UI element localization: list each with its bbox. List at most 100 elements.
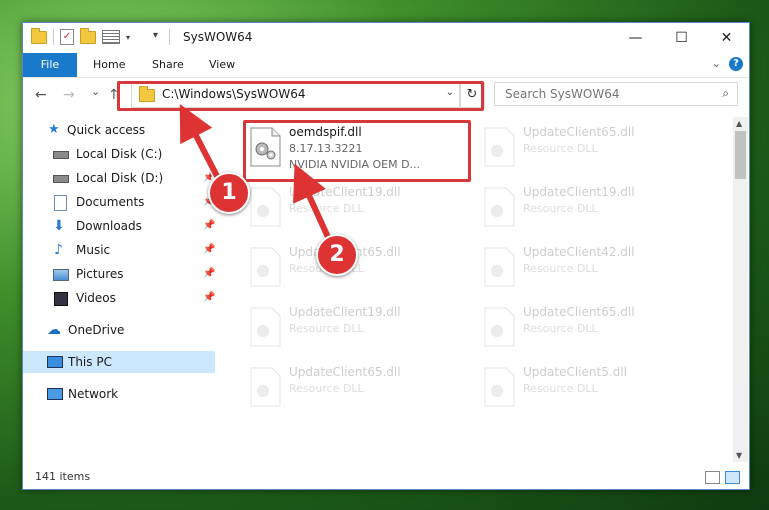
- pin-icon[interactable]: 📌: [203, 287, 215, 309]
- tab-share[interactable]: Share: [140, 53, 196, 77]
- pictures-icon: [53, 269, 69, 281]
- file-highlight-box: [243, 120, 471, 182]
- cloud-icon: ☁: [47, 322, 61, 338]
- sidebar-item-label: Local Disk (D:): [76, 171, 164, 185]
- sidebar-item-label: Documents: [76, 195, 145, 209]
- pin-icon[interactable]: 📌: [203, 239, 215, 261]
- file-name: UpdateClient65.dll: [289, 365, 401, 379]
- file-name: UpdateClient19.dll: [523, 185, 635, 199]
- file-tile[interactable]: UpdateClient19.dll Resource DLL: [241, 301, 466, 355]
- sidebar-item-local-disk-c[interactable]: Local Disk (C:): [23, 143, 215, 165]
- dll-file-icon: [484, 127, 515, 167]
- help-icon[interactable]: ?: [729, 57, 743, 71]
- file-type: Resource DLL: [523, 202, 598, 215]
- tab-view[interactable]: View: [197, 53, 247, 77]
- back-button[interactable]: ←: [35, 87, 47, 103]
- file-type: Resource DLL: [523, 142, 598, 155]
- file-type: Resource DLL: [523, 322, 598, 335]
- file-tile[interactable]: UpdateClient5.dll Resource DLL: [475, 361, 700, 415]
- sidebar-item-label: Music: [76, 243, 111, 257]
- file-tile[interactable]: UpdateClient65.dll Resource DLL: [475, 121, 700, 175]
- expand-ribbon-icon[interactable]: ⌄: [712, 57, 721, 70]
- sidebar-item-label: This PC: [68, 355, 112, 369]
- dll-file-icon: [250, 247, 281, 287]
- file-name: UpdateClient42.dll: [523, 245, 635, 259]
- sidebar-item-label: Local Disk (C:): [76, 147, 163, 161]
- minimize-button[interactable]: —: [613, 23, 658, 53]
- file-tile[interactable]: UpdateClient19.dll Resource DLL: [241, 181, 466, 235]
- star-icon: ★: [48, 122, 60, 137]
- dll-file-icon: [484, 247, 515, 287]
- scrollbar-thumb[interactable]: [735, 131, 746, 179]
- vertical-scrollbar[interactable]: ▲ ▼: [733, 117, 748, 462]
- chevron-down-icon[interactable]: ▾: [126, 33, 130, 42]
- search-box[interactable]: ⌕: [494, 82, 738, 106]
- separator: [53, 29, 54, 45]
- pin-icon[interactable]: 📌: [203, 215, 215, 237]
- dll-file-icon: [250, 187, 281, 227]
- downloads-icon: ⬇: [53, 218, 65, 234]
- sidebar-item-downloads[interactable]: ⬇ Downloads 📌: [23, 215, 215, 237]
- sidebar-item-videos[interactable]: Videos 📌: [23, 287, 215, 309]
- videos-icon: [54, 292, 68, 306]
- explorer-window: ✓ ▾ ▾ SysWOW64 — ☐ ✕ File Home Share Vie…: [22, 22, 750, 490]
- callout-1: 1: [208, 172, 250, 214]
- sidebar-item-music[interactable]: ♪ Music 📌: [23, 239, 215, 261]
- customize-toolbar-icon[interactable]: [102, 30, 120, 44]
- dll-file-icon: [250, 307, 281, 347]
- sidebar-item-onedrive[interactable]: ☁ OneDrive: [23, 319, 215, 341]
- search-input[interactable]: [503, 83, 707, 105]
- title-bar: ✓ ▾ ▾ SysWOW64 — ☐ ✕: [23, 23, 749, 53]
- qat-arrow-icon[interactable]: ▾: [153, 30, 158, 41]
- window-title: SysWOW64: [183, 30, 253, 44]
- sidebar-item-this-pc[interactable]: This PC: [23, 351, 215, 373]
- pin-icon[interactable]: 📌: [203, 263, 215, 285]
- maximize-button[interactable]: ☐: [659, 23, 704, 53]
- file-tile[interactable]: UpdateClient42.dll Resource DLL: [475, 241, 700, 295]
- sidebar-item-label: Downloads: [76, 219, 142, 233]
- dll-file-icon: [484, 367, 515, 407]
- details-view-icon[interactable]: [705, 471, 720, 484]
- drive-icon: [53, 151, 69, 159]
- dll-file-icon: [250, 367, 281, 407]
- sidebar-item-label: Network: [68, 387, 119, 401]
- tiles-view-icon[interactable]: [725, 471, 740, 484]
- sidebar-item-label: Pictures: [76, 267, 124, 281]
- documents-icon: [54, 195, 67, 211]
- dll-file-icon: [484, 187, 515, 227]
- sidebar-item-quick-access[interactable]: ★ Quick access: [23, 119, 215, 141]
- file-name: UpdateClient19.dll: [289, 305, 401, 319]
- file-tile[interactable]: UpdateClient65.dll Resource DLL: [241, 361, 466, 415]
- scroll-up-icon[interactable]: ▲: [736, 119, 742, 128]
- address-highlight-box: [117, 81, 484, 111]
- file-name: UpdateClient5.dll: [523, 365, 627, 379]
- drive-icon: [53, 175, 69, 183]
- file-tile[interactable]: UpdateClient19.dll Resource DLL: [475, 181, 700, 235]
- recent-locations-button[interactable]: ⌄: [91, 85, 100, 98]
- tab-file[interactable]: File: [23, 53, 77, 77]
- scroll-down-icon[interactable]: ▼: [736, 451, 742, 460]
- file-type: Resource DLL: [523, 262, 598, 275]
- file-list: oemdspif.dll 8.17.13.3221 NVIDIA NVIDIA …: [223, 117, 733, 461]
- sidebar-item-network[interactable]: Network: [23, 383, 215, 405]
- search-icon[interactable]: ⌕: [722, 86, 729, 101]
- close-button[interactable]: ✕: [704, 23, 749, 53]
- navigation-pane: ★ Quick access Local Disk (C:) Local Dis…: [23, 119, 215, 459]
- tab-home[interactable]: Home: [81, 53, 137, 77]
- title-separator: [169, 29, 170, 45]
- forward-button[interactable]: →: [63, 87, 75, 103]
- sidebar-item-local-disk-d[interactable]: Local Disk (D:) 📌: [23, 167, 215, 189]
- file-type: Resource DLL: [523, 382, 598, 395]
- file-name: UpdateClient65.dll: [523, 305, 635, 319]
- file-type: Resource DLL: [289, 202, 364, 215]
- properties-check-icon[interactable]: ✓: [60, 29, 74, 45]
- file-type: Resource DLL: [289, 382, 364, 395]
- file-name: UpdateClient65.dll: [523, 125, 635, 139]
- callout-2: 2: [316, 234, 358, 276]
- status-bar: 141 items: [23, 463, 749, 489]
- file-tile[interactable]: UpdateClient65.dll Resource DLL: [475, 301, 700, 355]
- new-folder-icon[interactable]: [80, 27, 96, 44]
- sidebar-item-pictures[interactable]: Pictures 📌: [23, 263, 215, 285]
- file-name: UpdateClient19.dll: [289, 185, 401, 199]
- sidebar-item-documents[interactable]: Documents 📌: [23, 191, 215, 213]
